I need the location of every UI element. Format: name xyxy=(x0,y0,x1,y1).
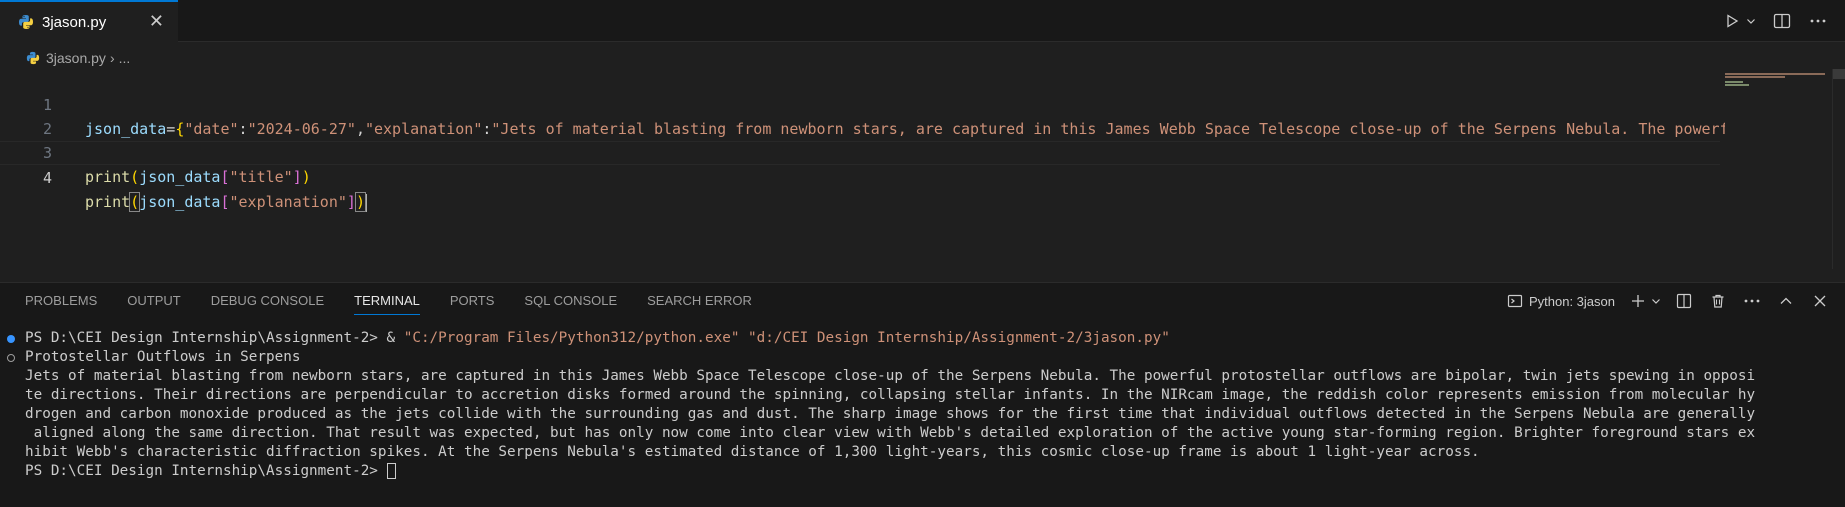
token-string: "title" xyxy=(229,168,293,186)
output-line: hibit Webb's characteristic diffraction … xyxy=(25,444,1480,460)
more-icon[interactable] xyxy=(1807,10,1829,32)
line-3-code: print(json_data["title"]) xyxy=(85,165,1725,189)
code-line-3: 3 print(json_data["title"]) xyxy=(0,117,1720,186)
terminal-icon xyxy=(1507,294,1523,308)
terminal-cursor xyxy=(386,463,396,479)
tab-problems[interactable]: PROBLEMS xyxy=(25,283,97,319)
command-success-decoration[interactable] xyxy=(7,335,15,343)
output-line: te directions. Their directions are perp… xyxy=(25,387,1756,403)
minimap-line xyxy=(1725,76,1785,78)
editor-actions xyxy=(1721,10,1829,32)
tab-3jason-py[interactable]: 3jason.py ✕ xyxy=(0,0,178,42)
token-bracket: [ xyxy=(220,193,230,211)
token-bracket: [ xyxy=(220,168,230,186)
output-line: drogen and carbon monoxide produced as t… xyxy=(25,406,1756,422)
prompt: PS D:\CEI Design Internship\Assignment-2… xyxy=(25,330,387,346)
terminal-prompt-line: PS D:\CEI Design Internship\Assignment-2… xyxy=(25,462,396,481)
minimap-line xyxy=(1725,73,1825,75)
breadcrumb-file[interactable]: 3jason.py xyxy=(46,50,106,66)
code-line-2: 2 xyxy=(0,93,1720,138)
scrollbar-thumb[interactable] xyxy=(1833,69,1845,79)
token-paren: ) xyxy=(301,168,311,186)
terminal-name: Python: 3jason xyxy=(1528,293,1615,309)
token-paren: ( xyxy=(130,168,140,186)
python-file-icon xyxy=(19,15,33,29)
output-line: Jets of material blasting from newborn s… xyxy=(25,368,1756,384)
more-icon[interactable] xyxy=(1741,290,1763,312)
breadcrumb: 3jason.py › ... xyxy=(26,47,130,69)
command-ampersand: & xyxy=(386,330,404,346)
tab-label: 3jason.py xyxy=(42,13,107,31)
token-paren: ( xyxy=(129,192,141,212)
output-title: Protostellar Outflows in Serpens xyxy=(25,349,301,365)
chevron-down-icon[interactable] xyxy=(1745,10,1757,32)
terminal-selector[interactable]: Python: 3jason xyxy=(1507,293,1615,309)
run-icon[interactable] xyxy=(1721,10,1743,32)
token-variable: json_data xyxy=(139,193,221,211)
code-editor[interactable]: 1 json_data={"date":"2024-06-27","explan… xyxy=(0,69,1725,269)
output-line: aligned along the same direction. That r… xyxy=(25,425,1756,441)
chevron-down-icon[interactable] xyxy=(1651,290,1661,312)
token-function: print xyxy=(85,168,131,186)
chevron-up-icon[interactable] xyxy=(1775,290,1797,312)
prompt: PS D:\CEI Design Internship\Assignment-2… xyxy=(25,463,387,479)
split-terminal-icon[interactable] xyxy=(1673,290,1695,312)
code-line-4: 4 print(json_data["explanation"]) xyxy=(0,141,1720,212)
trash-icon[interactable] xyxy=(1707,290,1729,312)
editor-scrollbar[interactable] xyxy=(1832,69,1845,269)
line-4-code: print(json_data["explanation"]) xyxy=(85,190,1725,214)
panel-actions: Python: 3jason xyxy=(1507,290,1831,312)
plus-icon[interactable] xyxy=(1627,290,1649,312)
tab-debug-console[interactable]: DEBUG CONSOLE xyxy=(211,283,324,319)
split-editor-icon[interactable] xyxy=(1771,10,1793,32)
tab-search-error[interactable]: SEARCH ERROR xyxy=(647,283,752,319)
token-function: print xyxy=(85,193,131,211)
close-icon[interactable] xyxy=(1809,290,1831,312)
line-number: 4 xyxy=(42,169,52,187)
token-bracket: ] xyxy=(346,193,356,211)
terminal-command-line: PS D:\CEI Design Internship\Assignment-2… xyxy=(25,329,1170,348)
close-icon[interactable]: ✕ xyxy=(149,11,164,31)
editor-tab-bar: 3jason.py ✕ xyxy=(0,0,1845,42)
tab-output[interactable]: OUTPUT xyxy=(127,283,180,319)
command-decoration[interactable] xyxy=(7,354,15,362)
token-variable: json_data xyxy=(139,168,221,186)
command-args: "C:/Program Files/Python312/python.exe" … xyxy=(403,330,1170,346)
tab-sql-console[interactable]: SQL CONSOLE xyxy=(524,283,617,319)
token-string: "explanation" xyxy=(229,193,347,211)
tab-terminal[interactable]: TERMINAL xyxy=(354,283,420,319)
breadcrumb-separator: › xyxy=(109,50,115,66)
tab-ports[interactable]: PORTS xyxy=(450,283,495,319)
panel-tabs: PROBLEMS OUTPUT DEBUG CONSOLE TERMINAL P… xyxy=(25,283,782,319)
token-bracket: ] xyxy=(292,168,302,186)
minimap-line xyxy=(1725,84,1749,86)
breadcrumb-symbols[interactable]: ... xyxy=(119,50,131,66)
python-file-icon xyxy=(26,51,40,65)
minimap[interactable] xyxy=(1725,69,1830,269)
token-paren: ) xyxy=(354,192,366,212)
text-cursor xyxy=(364,193,367,212)
bottom-panel: PROBLEMS OUTPUT DEBUG CONSOLE TERMINAL P… xyxy=(0,282,1845,507)
code-line-1: 1 json_data={"date":"2024-06-27","explan… xyxy=(0,69,1725,138)
minimap-line xyxy=(1725,81,1743,83)
